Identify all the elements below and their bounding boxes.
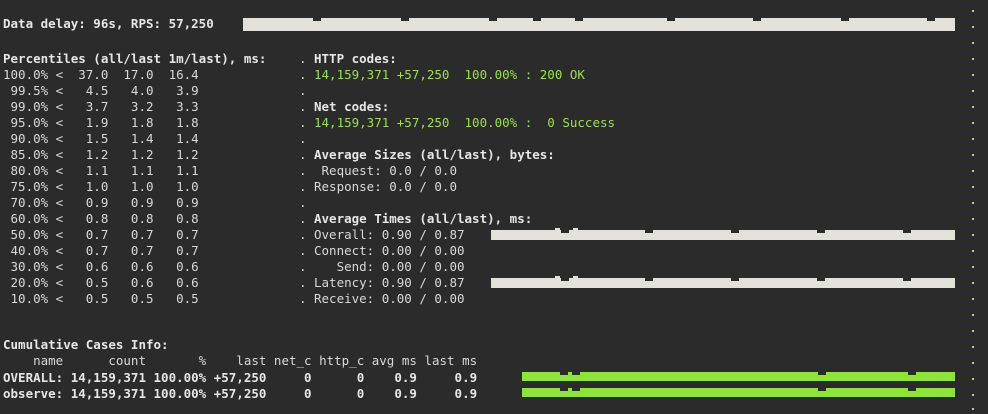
status-line: Data delay: 96s, RPS: 57,250 bbox=[3, 16, 214, 31]
rps-sparkline bbox=[243, 18, 955, 31]
percentile-row: 30.0% < 0.6 0.6 0.6 bbox=[3, 259, 199, 274]
percentile-row: 99.5% < 4.5 4.0 3.9 bbox=[3, 83, 199, 98]
cases-row-overall: OVERALL: 14,159,371 100.00% +57,250 0 0 … bbox=[3, 370, 478, 385]
http-codes-line: 14,159,371 +57,250 100.00% : 200 OK bbox=[314, 67, 585, 82]
percentile-row: 95.0% < 1.9 1.8 1.8 bbox=[3, 115, 199, 130]
percentile-row: 70.0% < 0.9 0.9 0.9 bbox=[3, 195, 199, 210]
avg-time-receive: Receive: 0.00 / 0.00 bbox=[314, 291, 465, 306]
percentile-row: 50.0% < 0.7 0.7 0.7 bbox=[3, 227, 199, 242]
percentile-row: 80.0% < 1.1 1.1 1.1 bbox=[3, 163, 199, 178]
percentile-row: 100.0% < 37.0 17.0 16.4 bbox=[3, 67, 199, 82]
overall-time-sparkline bbox=[491, 228, 955, 240]
percentile-row: 40.0% < 0.7 0.7 0.7 bbox=[3, 243, 199, 258]
right-border-dots bbox=[972, 0, 978, 414]
net-codes-line: 14,159,371 +57,250 100.00% : 0 Success bbox=[314, 115, 616, 130]
avg-time-overall: Overall: 0.90 / 0.87 bbox=[314, 227, 465, 242]
percentile-row: 75.0% < 1.0 1.0 1.0 bbox=[3, 179, 199, 194]
avg-size-response: Response: 0.0 / 0.0 bbox=[314, 179, 457, 194]
percentile-row: 99.0% < 3.7 3.2 3.3 bbox=[3, 99, 199, 114]
net-codes-title: Net codes: bbox=[314, 99, 390, 114]
percentiles-title: Percentiles (all/last 1m/last), ms: bbox=[3, 51, 267, 66]
avg-time-send: Send: 0.00 / 0.00 bbox=[314, 259, 465, 274]
avg-times-title: Average Times (all/last), ms: bbox=[314, 211, 533, 226]
avg-time-latency: Latency: 0.90 / 0.87 bbox=[314, 275, 465, 290]
percentile-row: 90.0% < 1.5 1.4 1.4 bbox=[3, 131, 199, 146]
percentile-row: 60.0% < 0.8 0.8 0.8 bbox=[3, 211, 199, 226]
observe-case-sparkline bbox=[522, 388, 955, 397]
http-codes-title: HTTP codes: bbox=[314, 51, 397, 66]
overall-case-sparkline bbox=[522, 372, 955, 381]
avg-sizes-title: Average Sizes (all/last), bytes: bbox=[314, 147, 555, 162]
avg-size-request: Request: 0.0 / 0.0 bbox=[314, 163, 457, 178]
percentile-row: 85.0% < 1.2 1.2 1.2 bbox=[3, 147, 199, 162]
percentile-row: 10.0% < 0.5 0.5 0.5 bbox=[3, 291, 199, 306]
cases-title: Cumulative Cases Info: bbox=[3, 337, 169, 352]
percentile-row: 20.0% < 0.5 0.6 0.6 bbox=[3, 275, 199, 290]
avg-time-connect: Connect: 0.00 / 0.00 bbox=[314, 243, 465, 258]
latency-sparkline bbox=[491, 276, 955, 288]
cases-row-observe: observe: 14,159,371 100.00% +57,250 0 0 … bbox=[3, 386, 478, 401]
cases-header: name count % last net_c http_c avg ms la… bbox=[3, 353, 478, 368]
